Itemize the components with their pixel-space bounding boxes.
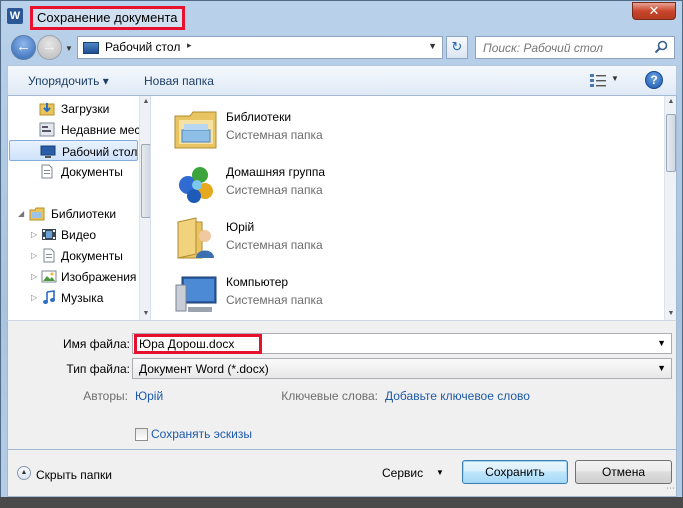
cancel-button[interactable]: Отмена xyxy=(575,460,672,484)
file-item-computer[interactable]: Компьютер Системная папка xyxy=(172,265,472,319)
navigation-bar: ← → ▼ Рабочий стол ▸ ▼ ↻ Поиск: Рабочий … xyxy=(7,34,677,62)
address-bar[interactable]: Рабочий стол ▸ ▼ xyxy=(77,36,443,59)
homegroup-icon xyxy=(179,167,213,203)
file-item-user[interactable]: Юрій Системная папка xyxy=(172,210,472,264)
annotation-highlight xyxy=(134,334,262,354)
address-chevron-icon[interactable]: ▸ xyxy=(187,40,192,51)
help-button[interactable]: ? xyxy=(645,71,663,89)
filename-dropdown-icon[interactable]: ▼ xyxy=(657,338,666,348)
save-dialog-window: W Сохранение документа ✕ ← → ▼ Рабочий с… xyxy=(0,0,683,508)
filetype-dropdown-icon[interactable]: ▼ xyxy=(657,363,666,373)
view-dropdown-icon[interactable]: ▼ xyxy=(611,74,619,83)
libraries-folder-icon xyxy=(174,111,217,149)
desktop-icon xyxy=(40,145,56,158)
chevron-up-icon[interactable]: ▲ xyxy=(17,466,31,480)
browser-area: Загрузки Недавние места Рабочий стол Док… xyxy=(7,96,677,320)
sidebar-item-documents[interactable]: Документы xyxy=(8,161,140,182)
close-button[interactable]: ✕ xyxy=(632,2,676,20)
word-app-icon: W xyxy=(7,8,23,24)
file-list: Библиотеки Системная папка Домашняя груп… xyxy=(152,96,676,320)
desktop-icon xyxy=(83,42,99,54)
tools-button[interactable]: Сервис xyxy=(382,466,423,480)
sidebar-item-video[interactable]: ▷ Видео xyxy=(8,224,140,245)
dialog-footer: ▲ Скрыть папки Сервис ▼ Сохранить Отмена… xyxy=(7,450,677,497)
expand-icon[interactable]: ▷ xyxy=(31,272,37,281)
new-folder-button[interactable]: Новая папка xyxy=(144,74,214,88)
authors-label: Авторы: xyxy=(83,389,128,403)
downloads-icon xyxy=(39,103,55,116)
expand-icon[interactable]: ▷ xyxy=(31,251,37,260)
hide-folders-button[interactable]: Скрыть папки xyxy=(36,468,112,482)
sidebar-item-desktop[interactable]: Рабочий стол xyxy=(9,140,138,161)
keywords-label: Ключевые слова: xyxy=(281,389,378,403)
recent-pages-dropdown-icon[interactable]: ▼ xyxy=(65,44,73,53)
view-options-icon[interactable] xyxy=(589,72,607,88)
navigation-pane: Загрузки Недавние места Рабочий стол Док… xyxy=(8,96,151,320)
filetype-value[interactable]: Документ Word (*.docx) xyxy=(139,362,269,376)
music-icon xyxy=(43,290,55,304)
file-item-homegroup[interactable]: Домашняя группа Системная папка xyxy=(172,155,472,209)
command-toolbar: Упорядочить ▾ Новая папка ▼ ? xyxy=(7,65,677,96)
scrollbar-thumb[interactable] xyxy=(666,114,676,172)
authors-value[interactable]: Юрій xyxy=(135,389,163,403)
tools-dropdown-icon[interactable]: ▼ xyxy=(436,468,444,477)
forward-button[interactable]: → xyxy=(37,35,62,60)
address-dropdown-icon[interactable]: ▼ xyxy=(428,41,437,51)
images-icon xyxy=(41,270,57,283)
video-icon xyxy=(42,229,56,240)
scroll-up-icon[interactable]: ▲ xyxy=(665,96,677,108)
sidebar-item-recent-places[interactable]: Недавние места xyxy=(8,119,150,140)
sidebar-item-images[interactable]: ▷ Изображения xyxy=(8,266,140,287)
filename-label: Имя файла: xyxy=(63,337,130,351)
libraries-icon xyxy=(29,207,45,221)
search-icon[interactable] xyxy=(654,40,668,54)
sidebar-item-music[interactable]: ▷ Музыка xyxy=(8,287,140,308)
file-list-scrollbar[interactable]: ▲ ▼ xyxy=(664,96,676,320)
save-options-form: Имя файла: Юра Дорош.docx ▼ Тип файла: Д… xyxy=(7,320,677,450)
search-input[interactable]: Поиск: Рабочий стол xyxy=(483,41,603,55)
window-title: Сохранение документа xyxy=(30,6,185,30)
filetype-label: Тип файла: xyxy=(66,362,130,376)
recent-places-icon xyxy=(39,122,55,137)
background-document-strip xyxy=(0,497,683,508)
scrollbar-thumb[interactable] xyxy=(141,144,150,218)
scroll-down-icon[interactable]: ▼ xyxy=(665,308,677,320)
search-box[interactable]: Поиск: Рабочий стол xyxy=(475,36,675,59)
sidebar-item-downloads[interactable]: Загрузки xyxy=(8,98,140,119)
refresh-button[interactable]: ↻ xyxy=(446,36,468,59)
address-text[interactable]: Рабочий стол xyxy=(105,40,180,54)
filetype-select[interactable]: Документ Word (*.docx) ▼ xyxy=(132,358,672,379)
user-folder-icon xyxy=(177,217,214,259)
navigation-scrollbar[interactable]: ▲ ▼ xyxy=(139,96,150,320)
sidebar-item-libraries[interactable]: ◢ Библиотеки xyxy=(8,203,140,224)
file-item-libraries[interactable]: Библиотеки Системная папка xyxy=(172,100,472,154)
documents-icon xyxy=(43,248,55,263)
title-bar: W Сохранение документа ✕ xyxy=(1,1,682,33)
expand-icon[interactable]: ▷ xyxy=(31,293,37,302)
save-thumbnails-checkbox[interactable] xyxy=(135,428,148,441)
back-button[interactable]: ← xyxy=(11,35,36,60)
computer-icon xyxy=(175,276,217,312)
documents-icon xyxy=(41,164,53,179)
organize-button[interactable]: Упорядочить ▾ xyxy=(28,74,109,88)
save-thumbnails-label[interactable]: Сохранять эскизы xyxy=(151,427,252,441)
scroll-down-icon[interactable]: ▼ xyxy=(140,308,150,320)
keywords-value[interactable]: Добавьте ключевое слово xyxy=(385,389,530,403)
scroll-up-icon[interactable]: ▲ xyxy=(140,96,150,108)
resize-grip-icon[interactable]: ⋯ xyxy=(666,483,675,494)
save-button[interactable]: Сохранить xyxy=(462,460,568,484)
collapse-icon[interactable]: ◢ xyxy=(18,209,24,218)
sidebar-item-library-documents[interactable]: ▷ Документы xyxy=(8,245,140,266)
expand-icon[interactable]: ▷ xyxy=(31,230,37,239)
